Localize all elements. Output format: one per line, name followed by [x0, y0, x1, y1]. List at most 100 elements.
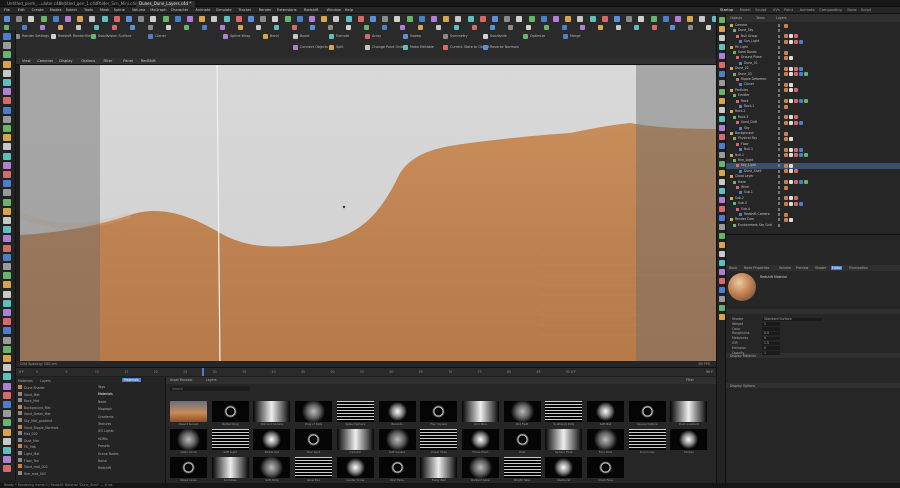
- object-tag-icon[interactable]: [794, 99, 798, 104]
- toolbar-tool-icon[interactable]: [431, 16, 437, 22]
- object-row[interactable]: Dune_02: [726, 66, 900, 71]
- toolbar-tool-icon[interactable]: [443, 16, 450, 22]
- asset-thumbnail[interactable]: [503, 429, 541, 450]
- toolbar-tool-icon[interactable]: [357, 16, 364, 22]
- 3d-viewport[interactable]: [20, 65, 716, 365]
- object-tag-icon[interactable]: [804, 99, 808, 104]
- asset-thumbnail[interactable]: [211, 457, 249, 478]
- menu-item[interactable]: Edit: [18, 7, 25, 14]
- object-tag-icon[interactable]: [794, 147, 798, 152]
- right-tool-icon[interactable]: [719, 206, 725, 212]
- tab-asset-layers[interactable]: Layers: [206, 378, 217, 382]
- object-tag-icon[interactable]: [784, 153, 788, 158]
- object-tag-icon[interactable]: [784, 55, 788, 60]
- object-tag-icon[interactable]: [784, 217, 788, 222]
- menu-item[interactable]: Window: [327, 7, 341, 14]
- toolbar-tool-icon[interactable]: [113, 16, 120, 22]
- object-visibility-icon[interactable]: [778, 132, 780, 135]
- right-tool-icon[interactable]: [719, 53, 725, 59]
- object-row[interactable]: Sun_Light: [726, 39, 900, 44]
- object-visibility-icon[interactable]: [778, 24, 780, 27]
- right-tool-icon[interactable]: [719, 260, 725, 266]
- tab-materials[interactable]: Materials: [18, 379, 33, 383]
- object-tag-icon[interactable]: [794, 39, 798, 44]
- object-tag-icon[interactable]: [784, 147, 788, 152]
- object-tag-icon[interactable]: [804, 180, 808, 185]
- toolbar-tool-icon[interactable]: [77, 16, 84, 22]
- playhead[interactable]: [202, 368, 204, 376]
- object-tag-icon[interactable]: [794, 201, 798, 206]
- toolbar-secondary-icon[interactable]: [490, 25, 495, 30]
- asset-thumbnail[interactable]: [336, 401, 374, 422]
- menu-item[interactable]: Mesh: [100, 7, 109, 14]
- asset-thumbnail[interactable]: [420, 457, 458, 478]
- object-visibility-icon[interactable]: [778, 175, 780, 179]
- left-tool-icon[interactable]: [3, 401, 11, 408]
- layout-tab[interactable]: UVs: [773, 7, 780, 14]
- toolbar-tool-icon[interactable]: [418, 16, 425, 22]
- asset-thumbnail[interactable]: [461, 429, 499, 450]
- object-row[interactable]: Sub.3: [726, 201, 900, 206]
- object-visibility-icon[interactable]: [778, 153, 780, 157]
- toolbar-secondary-icon[interactable]: [130, 25, 135, 30]
- toolbar-secondary-icon[interactable]: [328, 25, 333, 30]
- toolbar-tool-icon[interactable]: [333, 16, 340, 22]
- object-tag-icon[interactable]: [799, 39, 803, 44]
- left-tool-icon[interactable]: [3, 152, 11, 160]
- left-tool-icon[interactable]: [3, 207, 11, 215]
- left-tool-icon[interactable]: [3, 171, 11, 178]
- object-visibility-icon[interactable]: [778, 94, 780, 98]
- right-tool-icon[interactable]: [719, 17, 725, 23]
- object-tag-icon[interactable]: [784, 88, 788, 93]
- asset-category[interactable]: HDRIs: [98, 437, 108, 441]
- menu-item[interactable]: Help: [345, 7, 353, 14]
- layout-tab[interactable]: Node: [847, 7, 856, 14]
- toolbar-tool-icon[interactable]: [162, 16, 169, 22]
- object-visibility-icon[interactable]: [778, 61, 780, 65]
- menu-item[interactable]: Tools: [84, 7, 93, 14]
- object-row[interactable]: Null.1: [726, 147, 900, 152]
- left-tool-icon[interactable]: [3, 309, 11, 316]
- object-tag-icon[interactable]: [784, 99, 788, 104]
- object-tag-icon[interactable]: [784, 201, 788, 206]
- asset-thumbnail[interactable]: [670, 429, 708, 450]
- left-tool-icon[interactable]: [3, 318, 11, 326]
- material-list-item[interactable]: Sand_Mat: [18, 391, 96, 398]
- left-tool-icon[interactable]: [3, 226, 11, 234]
- toolbar-secondary-icon[interactable]: [202, 25, 207, 30]
- toolbar-button-label[interactable]: Optimize: [530, 34, 545, 38]
- toolbar-tool-icon[interactable]: [223, 16, 230, 22]
- left-tool-icon[interactable]: [3, 244, 11, 252]
- object-visibility-icon[interactable]: [778, 169, 780, 173]
- right-tool-icon[interactable]: [719, 98, 725, 104]
- toolbar-button-label[interactable]: Split: [336, 45, 344, 49]
- object-tag-icon[interactable]: [789, 217, 793, 222]
- left-tool-icon[interactable]: [3, 355, 11, 362]
- object-visibility-icon[interactable]: [778, 115, 780, 119]
- toolbar-secondary-icon[interactable]: [418, 25, 423, 30]
- right-tool-icon[interactable]: [719, 134, 725, 140]
- right-tool-icon[interactable]: [719, 89, 725, 95]
- object-tag-icon[interactable]: [784, 23, 788, 28]
- object-tag-icon[interactable]: [784, 50, 788, 55]
- toolbar-tool-icon[interactable]: [4, 16, 10, 22]
- right-tool-icon[interactable]: [719, 71, 725, 77]
- toolbar-tool-icon[interactable]: [504, 16, 511, 22]
- left-tool-icon[interactable]: [3, 161, 11, 169]
- toolbar-button-label[interactable]: Make Editable: [410, 45, 434, 49]
- right-tool-icon[interactable]: [719, 170, 725, 176]
- object-row[interactable]: Ground Plane: [726, 55, 900, 60]
- toolbar-button-label[interactable]: Sweep: [410, 34, 421, 38]
- toolbar-secondary-icon[interactable]: [346, 25, 351, 30]
- toolbar-secondary-icon[interactable]: [544, 25, 549, 30]
- asset-category[interactable]: Node: [98, 400, 106, 404]
- object-visibility-icon[interactable]: [778, 159, 780, 162]
- layout-tab[interactable]: Animate: [800, 7, 815, 14]
- viewport-menu-item[interactable]: Options: [81, 58, 95, 65]
- object-row[interactable]: Emitter: [726, 93, 900, 98]
- tab-takes[interactable]: Takes: [756, 16, 765, 20]
- toolbar-tool-icon[interactable]: [687, 16, 694, 22]
- toolbar-tool-icon[interactable]: [601, 16, 608, 22]
- object-tag-icon[interactable]: [799, 147, 803, 152]
- object-visibility-icon[interactable]: [778, 45, 780, 49]
